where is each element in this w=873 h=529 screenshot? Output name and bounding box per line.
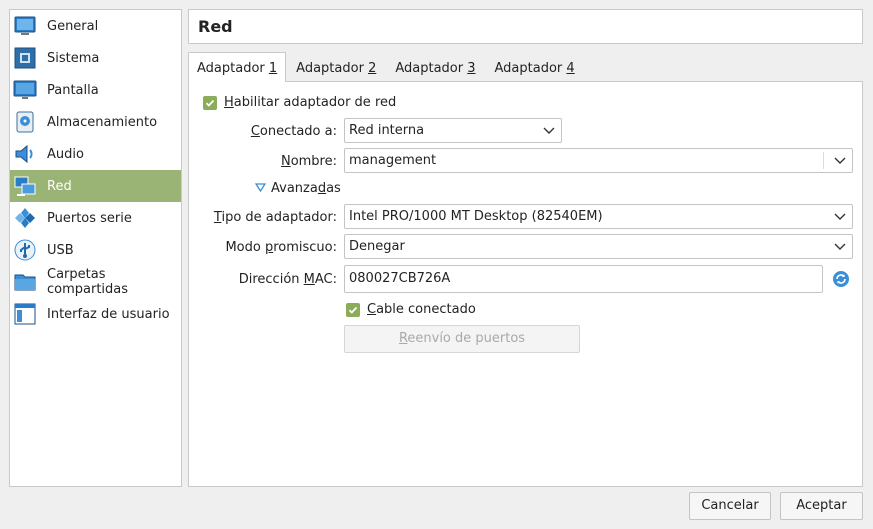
tab-label: Adaptador	[494, 61, 567, 76]
adapter-type-select[interactable]: Intel PRO/1000 MT Desktop (82540EM)	[344, 204, 853, 229]
chevron-down-icon	[543, 119, 555, 142]
advanced-label: Avanzadas	[271, 181, 341, 196]
name-label: Nombre:	[280, 154, 337, 169]
adapter-type-label: Tipo de adaptador:	[213, 210, 337, 225]
check-icon	[205, 99, 215, 107]
tab-adaptador-4[interactable]: Adaptador 4	[486, 52, 584, 81]
tab-number: 2	[368, 61, 377, 76]
check-icon	[348, 306, 358, 314]
display-icon	[13, 78, 37, 102]
tab-adaptador-1[interactable]: Adaptador 1	[188, 52, 287, 82]
promiscuous-mode-label: Modo promiscuo:	[225, 240, 337, 255]
chevron-down-icon	[834, 235, 846, 258]
sidebar-item-pantalla[interactable]: Pantalla	[10, 74, 181, 106]
chevron-down-icon[interactable]	[834, 149, 846, 172]
sidebar-item-interfaz-de-usuario[interactable]: Interfaz de usuario	[10, 298, 181, 330]
mac-address-input[interactable]: 080027CB726A	[344, 265, 823, 293]
sidebar-item-label: Interfaz de usuario	[47, 306, 170, 322]
user-interface-icon	[13, 302, 37, 326]
tab-label: Adaptador	[296, 61, 369, 76]
name-value: management	[349, 153, 437, 168]
cable-connected-row: Cable conectado	[346, 302, 476, 317]
promiscuous-mode-value: Denegar	[349, 239, 405, 254]
tab-adaptador-2[interactable]: Adaptador 2	[287, 52, 385, 81]
tab-adaptador-3[interactable]: Adaptador 3	[386, 52, 484, 81]
tab-label: Adaptador	[197, 61, 269, 76]
sidebar-item-sistema[interactable]: Sistema	[10, 42, 181, 74]
sidebar-item-label: General	[47, 18, 99, 34]
network-icon	[13, 174, 37, 198]
serial-ports-icon	[13, 206, 37, 230]
name-combobox[interactable]: management	[344, 148, 853, 173]
advanced-toggle[interactable]: Avanzadas	[254, 181, 341, 196]
shared-folders-icon	[13, 270, 37, 294]
cable-connected-label[interactable]: Cable conectado	[367, 302, 476, 317]
combo-separator	[823, 152, 824, 169]
general-icon	[13, 14, 37, 38]
cancel-button[interactable]: Cancelar	[689, 492, 771, 520]
sidebar-item-label: Pantalla	[47, 82, 99, 98]
sidebar-item-general[interactable]: General	[10, 10, 181, 42]
usb-icon	[13, 238, 37, 262]
attached-to-value: Red interna	[349, 123, 425, 138]
enable-adapter-label[interactable]: Habilitar adaptador de red	[224, 95, 396, 110]
enable-adapter-row: Habilitar adaptador de red	[203, 95, 396, 110]
sidebar-item-label: Sistema	[47, 50, 100, 66]
mac-address-label: Dirección MAC:	[238, 272, 337, 287]
tab-number: 1	[268, 61, 278, 76]
page-title: Red	[188, 9, 863, 44]
adapter-tabs: Adaptador 1 Adaptador 2 Adaptador 3 Adap…	[188, 52, 585, 82]
adapter-type-value: Intel PRO/1000 MT Desktop (82540EM)	[349, 209, 603, 224]
tab-label: Adaptador	[395, 61, 468, 76]
port-forwarding-button[interactable]: Reenvío de puertos	[344, 325, 580, 353]
ok-button[interactable]: Aceptar	[780, 492, 863, 520]
system-icon	[13, 46, 37, 70]
sidebar-item-label: Puertos serie	[47, 210, 132, 226]
sidebar-item-label: USB	[47, 242, 74, 258]
attached-to-label: Conectado a:	[250, 124, 337, 139]
sidebar-item-red[interactable]: Red	[10, 170, 181, 202]
enable-adapter-checkbox[interactable]	[203, 95, 217, 110]
audio-icon	[13, 142, 37, 166]
promiscuous-mode-select[interactable]: Denegar	[344, 234, 853, 259]
refresh-icon[interactable]	[832, 270, 850, 292]
attached-to-select[interactable]: Red interna	[344, 118, 562, 143]
sidebar-item-label: Red	[47, 178, 72, 194]
chevron-down-icon	[834, 205, 846, 228]
adapter-panel: Habilitar adaptador de red Conectado a: …	[188, 81, 863, 487]
tab-number: 3	[467, 61, 476, 76]
tab-number: 4	[566, 61, 575, 76]
cable-connected-checkbox[interactable]	[346, 302, 360, 317]
mac-address-value: 080027CB726A	[349, 271, 451, 286]
sidebar-item-label: Audio	[47, 146, 84, 162]
triangle-down-icon	[254, 181, 267, 196]
storage-icon	[13, 110, 37, 134]
